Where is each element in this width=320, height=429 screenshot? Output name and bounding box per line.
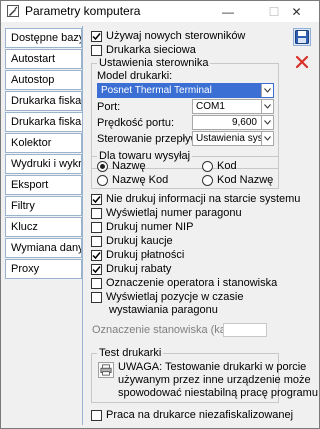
sidebar-item-proxy[interactable]: Proxy — [5, 259, 82, 279]
sidebar-item-wydruki-i-wykresy[interactable]: Wydruki i wykresy — [5, 154, 82, 174]
print-option-nip[interactable]: Drukuj numer NIP — [91, 221, 193, 233]
model-label: Model drukarki: — [97, 70, 173, 82]
speed-label: Prędkość portu: — [97, 117, 175, 129]
test-warning-line2: używanym przez inne urządzenie może — [118, 374, 311, 386]
print-option-label: Oznaczenie operatora i stanowiska — [106, 277, 278, 289]
radio-circle — [97, 174, 108, 186]
chevron-down-icon[interactable] — [261, 132, 273, 145]
checkbox-box — [91, 277, 102, 289]
test-printer-button[interactable] — [98, 362, 114, 378]
radio-nazwe-kod[interactable]: Nazwę Kod — [97, 174, 168, 186]
test-printer-title: Test drukarki — [97, 347, 164, 359]
checkbox-box — [91, 292, 102, 303]
network-printer-label: Drukarka sieciowa — [106, 44, 196, 56]
nonfiscal-printer-label: Praca na drukarce niezafiskalizowanej — [106, 409, 294, 421]
window: Parametry komputera — ☐ ✕ Dostępne bazy … — [0, 0, 320, 429]
print-option-label: Drukuj rabaty — [106, 263, 172, 275]
print-option-operator[interactable]: Oznaczenie operatora i stanowiska — [91, 277, 277, 289]
printer-icon — [100, 364, 112, 376]
checkbox-box — [91, 263, 102, 275]
checkbox-box — [91, 30, 102, 42]
port-select[interactable]: COM1 — [192, 99, 274, 114]
print-option-deposits[interactable]: Drukuj kaucje — [91, 235, 173, 247]
speed-select[interactable]: 9,600 — [192, 115, 274, 130]
print-option-label: Drukuj kaucje — [106, 235, 173, 247]
driver-settings-title: Ustawienia sterownika — [97, 57, 211, 69]
checkbox-box — [91, 44, 102, 56]
flow-value: Ustawienia syste — [196, 133, 272, 144]
radio-kod[interactable]: Kod — [202, 160, 237, 172]
checkbox-box — [91, 207, 102, 219]
sidebar-item-kolektor[interactable]: Kolektor — [5, 133, 82, 153]
delete-button[interactable] — [293, 53, 311, 71]
port-value: COM1 — [196, 101, 225, 112]
model-select[interactable]: Posnet Thermal Terminal — [97, 83, 274, 98]
title-bar: Parametry komputera — ☐ ✕ — [1, 1, 319, 22]
station-label: Oznaczenie stanowiska (kasy) — [92, 324, 241, 336]
checkbox-box — [91, 409, 102, 421]
position-option-checkbox[interactable]: Wyświetlaj pozycje w czasie wystawiania … — [91, 291, 243, 317]
sidebar-item-eksport[interactable]: Eksport — [5, 175, 82, 195]
radio-kod-label: Kod — [217, 160, 237, 172]
use-new-drivers-checkbox[interactable]: Używaj nowych sterowników — [91, 30, 245, 42]
app-icon — [7, 5, 19, 17]
sidebar-item-dostepne-bazy[interactable]: Dostępne bazy — [5, 28, 82, 48]
checkbox-box — [91, 235, 102, 247]
print-option-payments[interactable]: Drukuj płatności — [91, 249, 184, 261]
close-button[interactable]: ✕ — [274, 1, 319, 22]
radio-circle — [202, 174, 213, 186]
check-icon — [92, 32, 101, 40]
checkbox-box — [91, 221, 102, 233]
sidebar-item-filtry[interactable]: Filtry — [5, 196, 82, 216]
radio-kod-nazwe-label: Kod Nazwę — [217, 174, 274, 186]
check-icon — [92, 251, 101, 259]
test-warning-line3: spowodować niestabilną pracę programu — [118, 387, 318, 399]
port-label: Port: — [97, 101, 121, 113]
save-button[interactable] — [293, 28, 311, 46]
print-option-label: Nie drukuj informacji na starcie systemu — [106, 193, 301, 205]
position-option-line1: Wyświetlaj pozycje w czasie — [106, 291, 244, 303]
speed-value: 9,600 — [231, 117, 257, 128]
position-option-line2: wystawiania paragonu — [109, 304, 218, 316]
radio-circle — [97, 160, 108, 172]
chevron-down-icon[interactable] — [261, 100, 273, 113]
sidebar-item-drukarka-fiskalna-2[interactable]: Drukarka fiskalna 2 — [5, 112, 84, 132]
sidebar-item-autostop[interactable]: Autostop — [5, 70, 82, 90]
red-x-icon — [295, 55, 309, 69]
sidebar-item-klucz[interactable]: Klucz — [5, 217, 82, 237]
radio-kod-nazwe[interactable]: Kod Nazwę — [202, 174, 273, 186]
checkbox-box — [91, 249, 102, 261]
check-icon — [92, 265, 101, 273]
print-option-no-startup-info[interactable]: Nie drukuj informacji na starcie systemu — [91, 193, 300, 205]
settings-panel: Używaj nowych sterowników Drukarka sieci… — [82, 26, 318, 425]
print-option-label: Drukuj płatności — [106, 249, 185, 261]
radio-nazwe-label: Nazwę — [112, 160, 146, 172]
use-new-drivers-label: Używaj nowych sterowników — [106, 30, 246, 42]
sidebar-item-drukarka-fiskalna[interactable]: Drukarka fiskalna — [5, 91, 82, 111]
sidebar-item-wymiana-danych[interactable]: Wymiana danych — [5, 238, 82, 258]
model-value: Posnet Thermal Terminal — [101, 85, 212, 96]
floppy-disk-icon — [295, 30, 309, 44]
network-printer-checkbox[interactable]: Drukarka sieciowa — [91, 44, 196, 56]
minimize-button[interactable]: — — [205, 1, 251, 22]
print-option-discounts[interactable]: Drukuj rabaty — [91, 263, 171, 275]
sidebar-item-autostart[interactable]: Autostart — [5, 49, 82, 69]
chevron-down-icon[interactable] — [261, 84, 273, 97]
print-option-receipt-number[interactable]: Wyświetlaj numer paragonu — [91, 207, 242, 219]
checkbox-box — [91, 193, 102, 205]
print-option-label: Drukuj numer NIP — [106, 221, 194, 233]
radio-nazwe[interactable]: Nazwę — [97, 160, 146, 172]
test-warning-line1: UWAGA: Testowanie drukarki w porcie — [118, 361, 307, 373]
station-input[interactable] — [223, 323, 267, 337]
flow-select[interactable]: Ustawienia syste — [192, 131, 274, 146]
nonfiscal-printer-checkbox[interactable]: Praca na drukarce niezafiskalizowanej — [91, 409, 293, 421]
radio-nazwe-kod-label: Nazwę Kod — [112, 174, 169, 186]
chevron-down-icon[interactable] — [261, 116, 273, 129]
window-title: Parametry komputera — [25, 4, 141, 18]
check-icon — [92, 195, 101, 203]
print-option-label: Wyświetlaj numer paragonu — [106, 207, 242, 219]
radio-circle — [202, 160, 213, 172]
